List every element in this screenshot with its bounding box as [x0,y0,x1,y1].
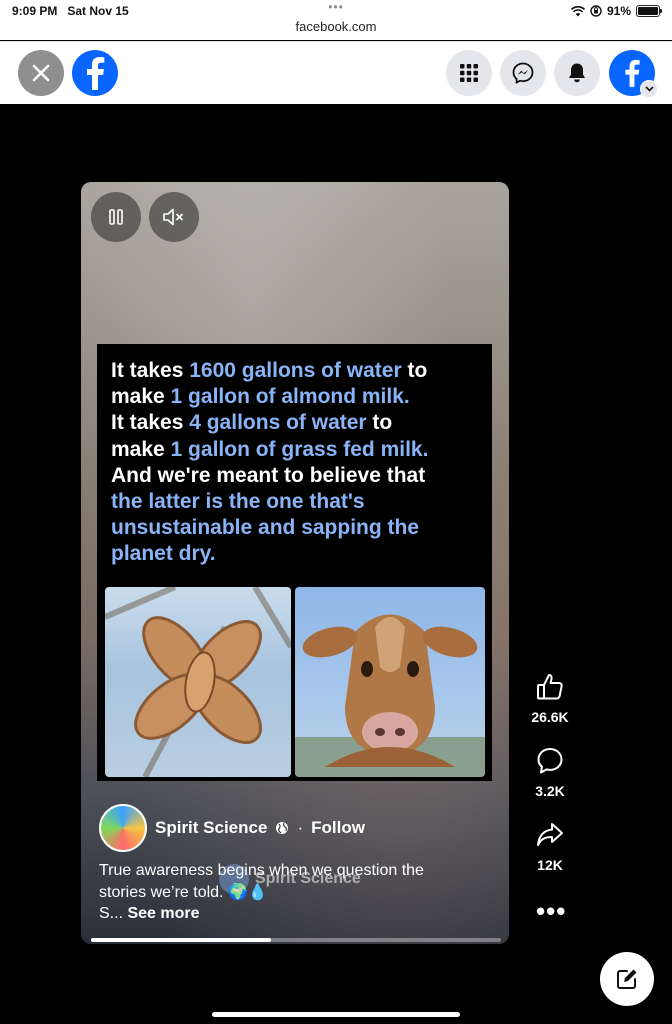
grid-menu-icon [460,64,478,82]
overlay-text: make [111,385,171,409]
like-count: 26.6K [531,709,569,725]
author-avatar[interactable] [99,804,147,852]
author-separator: · [297,818,304,837]
messenger-button[interactable] [500,50,546,96]
battery-icon [636,5,662,17]
profile-avatar-icon [625,59,640,87]
top-navigation-bar [0,41,672,104]
comment-button[interactable]: 3.2K [520,746,580,799]
share-icon [537,823,563,846]
bell-icon [569,63,585,83]
overlay-highlight-text: 1 gallon of grass fed milk. [170,437,429,461]
overlay-highlight-text: 1600 gallons of water [189,359,402,382]
reel-video[interactable]: It takes 1600 gallons of water to make 1 … [81,182,509,944]
follow-button[interactable]: Follow [311,818,365,838]
compose-icon [617,969,637,989]
muted-speaker-icon [163,208,183,226]
reel-text-overlay: It takes 1600 gallons of water to make 1 … [97,344,492,581]
messenger-icon [512,62,534,84]
menu-button[interactable] [446,50,492,96]
overlay-text: It takes [111,411,190,435]
caption-line: S... See more [99,903,489,925]
overlay-highlight-text: 1 gallon of almond milk. [170,385,410,409]
overlay-text: to [366,411,393,435]
overlay-text: And we're meant to believe that [111,463,426,487]
author-name[interactable]: Spirit Science [155,818,267,838]
facebook-f-icon [87,57,105,90]
battery-percent: 91% [606,4,631,18]
video-progress-bar[interactable] [91,938,501,942]
reel-image-panel [97,581,492,781]
chevron-down-icon [640,80,658,98]
overlay-text: make [111,437,171,461]
profile-button[interactable] [609,50,658,98]
caption-truncated: S... [99,905,124,922]
overlay-highlight-text: 4 gallons of water [189,411,367,435]
almonds-image [105,587,291,777]
globe-icon [276,822,289,834]
reel-overlay-paragraph: It takes 1600 gallons of water to make 1 … [111,358,478,568]
more-options-button[interactable]: ••• [536,896,566,927]
see-more-link[interactable]: See more [127,905,199,922]
address-bar[interactable]: facebook.com [0,19,672,34]
home-indicator[interactable] [212,1012,460,1017]
comment-icon [537,748,563,774]
reel-author: Spirit Science · Follow [99,804,365,852]
share-count: 12K [537,857,563,873]
overlay-text: to [401,359,428,382]
overlay-highlight-text: planet dry. [111,542,216,566]
reel-caption[interactable]: True awareness begins when we question t… [99,860,489,925]
cow-image [295,587,485,777]
caption-line: True awareness begins when we question t… [99,862,424,879]
overlay-highlight-text: the latter is the one that's [111,490,365,514]
overlay-text: It takes [111,359,190,382]
close-icon [32,64,50,82]
wifi-icon [570,5,585,16]
notifications-button[interactable] [554,50,600,96]
video-progress-fill [91,938,272,942]
status-bar: 9:09 PM Sat Nov 15 ••• facebook.com 91% [0,0,672,40]
status-right: 91% [570,4,662,18]
more-dots-icon: ••• [536,896,567,926]
comment-count: 3.2K [535,783,565,799]
share-button[interactable]: 12K [520,820,580,873]
caption-line: stories we’re told. 🌍💧 [99,883,268,901]
thumbs-up-icon [537,674,563,700]
close-button[interactable] [18,50,64,96]
compose-button[interactable] [600,952,654,1006]
orientation-lock-icon [590,5,602,17]
like-button[interactable]: 26.6K [520,672,580,725]
facebook-logo[interactable] [72,50,118,96]
overlay-highlight-text: unsustainable and sapping the [111,516,420,540]
pause-icon [109,209,123,225]
pause-button[interactable] [91,192,141,242]
mute-button[interactable] [149,192,199,242]
